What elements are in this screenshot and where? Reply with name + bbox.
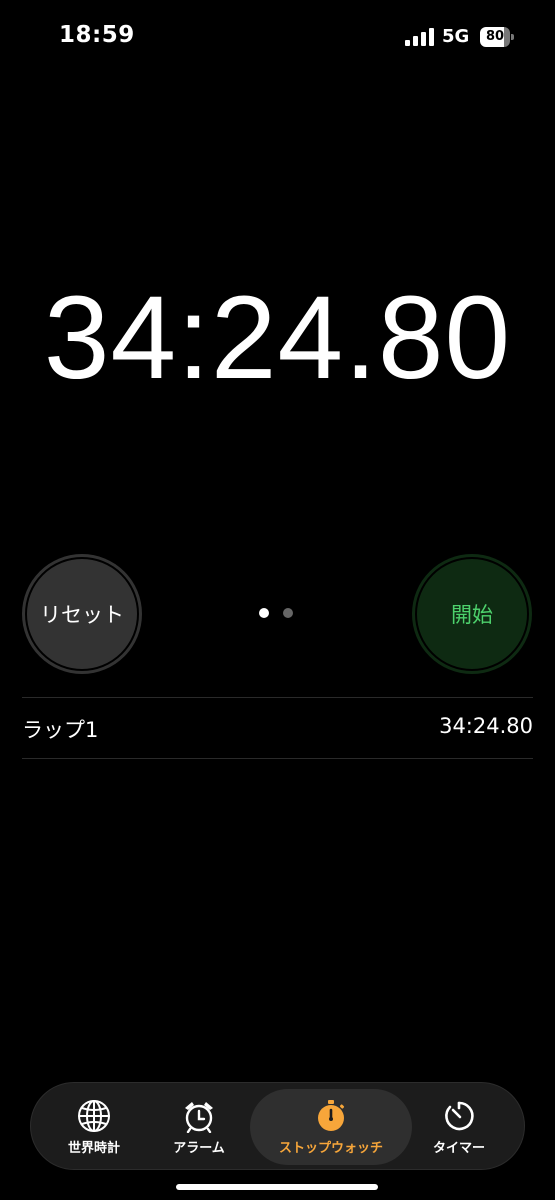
page-dot-inactive[interactable]	[283, 608, 293, 618]
home-indicator[interactable]	[176, 1184, 378, 1190]
cellular-signal-icon	[405, 28, 434, 46]
battery-icon: 80	[480, 27, 514, 47]
start-button[interactable]: 開始	[412, 554, 532, 674]
lap-row: ラップ1 34:24.80	[22, 698, 533, 758]
lap-list-divider-bottom	[22, 758, 533, 759]
stopwatch-time-display: 34:24.80	[43, 272, 512, 404]
reset-button[interactable]: リセット	[22, 554, 142, 674]
lap-time: 34:24.80	[439, 714, 533, 738]
tab-timer[interactable]: タイマー	[384, 1089, 534, 1165]
start-button-label: 開始	[451, 603, 493, 627]
lap-label: ラップ1	[22, 718, 99, 742]
tab-alarm-label: アラーム	[173, 1140, 225, 1156]
battery-tip	[511, 34, 514, 40]
page-indicator[interactable]	[259, 608, 299, 620]
status-time: 18:59	[59, 22, 135, 48]
globe-icon	[78, 1099, 110, 1132]
status-bar: 18:59 5G 80	[0, 0, 555, 70]
tab-timer-label: タイマー	[432, 1140, 485, 1156]
reset-button-label: リセット	[40, 603, 124, 627]
tab-bar: 世界時計 アラーム ストップウォッチ タイマー	[30, 1082, 525, 1170]
tab-world-clock-label: 世界時計	[67, 1140, 120, 1156]
stopwatch-icon	[318, 1099, 345, 1131]
tab-stopwatch-label: ストップウォッチ	[278, 1140, 383, 1156]
alarm-clock-icon	[185, 1101, 213, 1133]
timer-icon	[445, 1101, 474, 1130]
network-type: 5G	[442, 26, 470, 47]
page-dot-active[interactable]	[259, 608, 269, 618]
battery-level: 80	[480, 27, 510, 47]
